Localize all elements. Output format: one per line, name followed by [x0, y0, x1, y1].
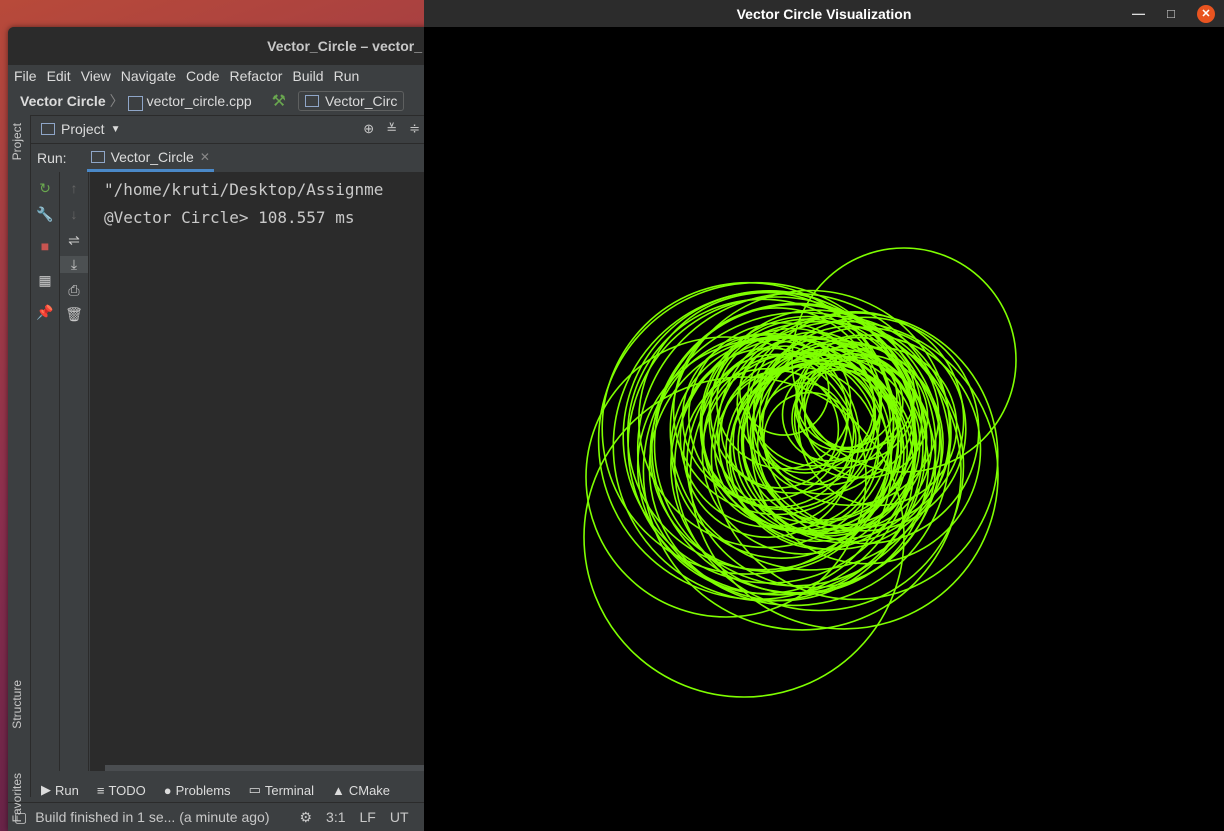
project-folder-icon [41, 123, 55, 135]
arrow-up-icon[interactable]: ↑ [60, 180, 88, 196]
collapse-all-icon[interactable]: ≑ [409, 121, 420, 137]
wrench-icon[interactable]: 🔧 [31, 206, 59, 223]
ide-title-bar: Vector_Circle – vector_ [8, 27, 428, 65]
gear-icon[interactable]: ⚙ [299, 809, 312, 826]
run-tab[interactable]: Vector_Circle ✕ [86, 144, 214, 172]
print-icon[interactable]: ⎙ [60, 282, 88, 299]
run-config-label: Vector_Circ [325, 93, 398, 109]
ide-window: Vector_Circle – vector_ File Edit View N… [8, 27, 428, 831]
tab-terminal[interactable]: ▭ Terminal [249, 782, 314, 798]
visualization-title: Vector Circle Visualization [736, 5, 912, 22]
run-tab-icon [90, 150, 105, 163]
expand-all-icon[interactable]: ≚ [386, 121, 397, 137]
left-tool-strip: Project Structure Favorites [8, 115, 31, 822]
stop-icon[interactable]: ■ [31, 238, 59, 254]
line-ending[interactable]: LF [360, 809, 376, 825]
maximize-icon[interactable]: □ [1167, 0, 1175, 27]
status-message[interactable]: Build finished in 1 se... (a minute ago) [35, 809, 269, 825]
tab-structure-label: Structure [10, 680, 24, 729]
run-toolbar-primary: ↻ 🔧 ■ ▦ 📌 [31, 172, 60, 771]
scroll-to-end-icon[interactable]: ⤓ [60, 256, 88, 273]
menu-bar: File Edit View Navigate Code Refactor Bu… [8, 65, 428, 87]
tab-project-label: Project [10, 123, 24, 161]
horizontal-scrollbar[interactable] [105, 765, 428, 771]
menu-edit[interactable]: Edit [47, 68, 71, 84]
terminal-icon: ▭ [248, 782, 261, 797]
run-toolbar-secondary: ↑ ↓ ⇌ ⤓ ⎙ 🗑 [60, 172, 89, 771]
menu-navigate[interactable]: Navigate [121, 68, 176, 84]
menu-view[interactable]: View [81, 68, 111, 84]
breadcrumb-file[interactable]: vector_circle.cpp [147, 93, 252, 109]
tab-todo-label: TODO [108, 782, 146, 798]
tab-run[interactable]: ▶ Run [41, 782, 79, 798]
tab-problems-label: Problems [175, 782, 231, 798]
visualization-window: Vector Circle Visualization — □ ✕ [424, 0, 1224, 831]
menu-file[interactable]: File [14, 68, 37, 84]
cpp-file-icon [127, 95, 143, 111]
run-panel-header: Run: Vector_Circle ✕ [31, 144, 428, 172]
close-button-wrap: ✕ [1197, 0, 1215, 27]
pin-icon[interactable]: 📌 [31, 304, 59, 321]
close-icon[interactable]: ✕ [1197, 4, 1215, 23]
locate-icon[interactable]: ⊕ [363, 121, 374, 137]
close-icon[interactable]: ✕ [200, 150, 210, 164]
vector-circle [752, 353, 895, 495]
vector-circle [759, 382, 848, 471]
file-encoding[interactable]: UT [390, 809, 409, 825]
run-config-selector[interactable]: Vector_Circ [298, 91, 405, 111]
layout-icon[interactable]: ▦ [31, 272, 59, 289]
breadcrumb-project[interactable]: Vector Circle [20, 93, 106, 109]
config-icon [305, 95, 319, 107]
menu-run[interactable]: Run [334, 68, 360, 84]
console-output[interactable]: "/home/kruti/Desktop/Assignme @Vector Ci… [90, 172, 428, 771]
minimize-icon[interactable]: — [1132, 0, 1145, 27]
trash-icon[interactable]: 🗑 [60, 306, 88, 323]
status-square-icon[interactable]: ▢ [14, 809, 27, 826]
rerun-icon[interactable]: ↻ [31, 180, 59, 197]
bottom-tool-tabs: ▶ Run ≡ TODO ● Problems ▭ Terminal ▲ CMake [31, 777, 428, 803]
visualization-title-bar: Vector Circle Visualization — □ ✕ [424, 0, 1224, 27]
play-icon: ▶ [41, 782, 51, 797]
project-label[interactable]: Project [61, 121, 105, 137]
info-icon: ● [163, 782, 172, 798]
tab-problems[interactable]: ● Problems [164, 783, 231, 798]
menu-refactor[interactable]: Refactor [230, 68, 283, 84]
list-icon: ≡ [96, 782, 105, 798]
tab-project-vertical[interactable]: Project [10, 123, 24, 160]
tab-todo[interactable]: ≡ TODO [97, 783, 146, 798]
menu-build[interactable]: Build [292, 68, 323, 84]
arrow-down-icon[interactable]: ↓ [60, 206, 88, 222]
menu-code[interactable]: Code [186, 68, 219, 84]
tab-cmake-label: CMake [348, 782, 391, 798]
cmake-icon: ▲ [331, 782, 345, 798]
navigation-bar: Vector Circle 〉 vector_circle.cpp ⚒ Vect… [8, 87, 428, 116]
tab-run-label: Run [55, 782, 79, 798]
run-tab-label: Vector_Circle [110, 148, 194, 165]
tab-structure-vertical[interactable]: Structure [10, 680, 24, 729]
project-panel-header: Project ▼ ⊕ ≚ ≑ [31, 115, 428, 144]
run-label: Run: [37, 150, 67, 166]
breadcrumb-separator-icon: 〉 [109, 93, 124, 109]
ide-title: Vector_Circle – vector_ [267, 38, 422, 54]
console-line: @Vector Circle> 108.557 ms [104, 208, 355, 227]
build-hammer-icon[interactable]: ⚒ [272, 91, 286, 111]
tab-terminal-label: Terminal [264, 782, 314, 798]
console-line: "/home/kruti/Desktop/Assignme [104, 180, 384, 199]
circle-canvas [583, 247, 1017, 698]
tab-cmake[interactable]: ▲ CMake [332, 783, 390, 798]
status-bar: ▢ Build finished in 1 se... (a minute ag… [8, 802, 428, 831]
chevron-down-icon[interactable]: ▼ [111, 124, 121, 135]
soft-wrap-icon[interactable]: ⇌ [60, 232, 88, 249]
cursor-position[interactable]: 3:1 [326, 809, 345, 825]
